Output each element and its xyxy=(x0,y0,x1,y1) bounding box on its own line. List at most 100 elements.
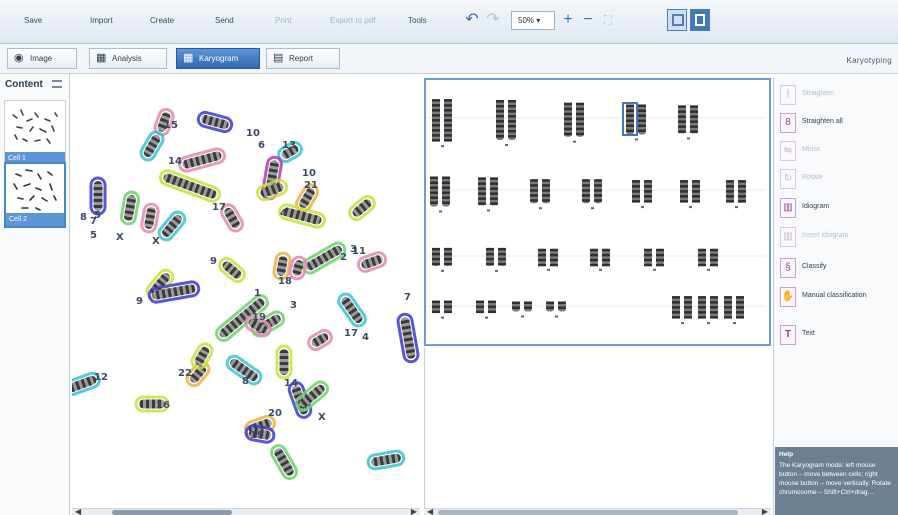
import-button[interactable]: Import xyxy=(90,14,113,28)
karyogram-chromosome[interactable] xyxy=(512,301,520,312)
karyogram-chromosome[interactable] xyxy=(538,248,546,267)
karyogram-chromosome[interactable] xyxy=(478,177,486,206)
chromosome[interactable] xyxy=(119,190,141,226)
chromosome[interactable] xyxy=(269,443,299,481)
karyogram-chromosome[interactable] xyxy=(486,247,494,266)
karyogram-chromosome[interactable] xyxy=(656,248,664,267)
karyogram-chromosome[interactable] xyxy=(558,301,566,312)
export-pdf-button[interactable]: Export to pdf xyxy=(330,14,375,28)
karyogram-chromosome[interactable] xyxy=(476,300,484,314)
tool-classify[interactable]: § Classify xyxy=(778,257,896,279)
metaphase-horizontal-scrollbar[interactable]: ◀ ▶ xyxy=(72,507,420,515)
karyogram-chromosome[interactable] xyxy=(442,176,450,207)
karyogram-chromosome[interactable] xyxy=(726,180,734,203)
karyogram-chromosome[interactable] xyxy=(698,248,706,267)
send-button[interactable]: Send xyxy=(215,14,234,28)
chromosome[interactable] xyxy=(138,130,165,163)
tool-straighten-all[interactable]: 8 Straighten all xyxy=(778,112,896,134)
karyogram-chromosome[interactable] xyxy=(488,300,496,314)
chromosome[interactable] xyxy=(366,449,406,471)
karyogram-chromosome[interactable] xyxy=(590,248,598,267)
karyogram-chromosome[interactable] xyxy=(594,179,602,204)
tool-idiogram[interactable]: ▥ Idiogram xyxy=(778,197,896,219)
single-view-button[interactable] xyxy=(667,9,687,31)
chromosome[interactable] xyxy=(156,209,187,243)
karyogram-chromosome[interactable] xyxy=(432,99,440,142)
redo-icon[interactable]: ↷ xyxy=(484,10,502,30)
karyogram-chromosome[interactable] xyxy=(632,180,640,203)
metaphase-view[interactable]: 12 15 10 13 14 6 10 21 7 8 17 4 X 5 X 11 3 2 9 18 9 1 3 19 17 4 22… xyxy=(72,78,420,508)
chromosome[interactable] xyxy=(140,202,160,234)
chromosome[interactable] xyxy=(189,341,214,371)
tool-manual-classification[interactable]: ✋ Manual classification xyxy=(778,286,896,308)
tools-button[interactable]: Tools xyxy=(408,14,427,28)
karyogram-chromosome[interactable] xyxy=(690,105,698,134)
tab-karyogram[interactable]: ▦ Karyogram xyxy=(176,48,260,69)
karyogram-chromosome[interactable] xyxy=(432,247,440,266)
karyogram-chromosome[interactable] xyxy=(678,105,686,134)
chromosome[interactable] xyxy=(275,344,293,380)
zoom-out-icon[interactable]: − xyxy=(579,10,597,30)
karyogram-chromosome[interactable] xyxy=(432,300,440,314)
chromosome[interactable] xyxy=(196,110,234,134)
karyogram-chromosome[interactable] xyxy=(710,248,718,267)
cell-thumbnail-1[interactable]: Cell 1 xyxy=(4,100,66,166)
chromosome[interactable] xyxy=(178,147,226,173)
karyogram-chromosome[interactable] xyxy=(490,177,498,206)
karyogram-chromosome[interactable] xyxy=(576,102,584,137)
karyogram-chromosome[interactable] xyxy=(724,296,732,319)
karyogram-chromosome[interactable] xyxy=(602,248,610,267)
content-menu-icon[interactable] xyxy=(52,80,62,88)
karyogram-chromosome[interactable] xyxy=(444,247,452,266)
karyogram-chromosome[interactable] xyxy=(644,180,652,203)
print-button[interactable]: Print xyxy=(275,14,291,28)
fit-to-window-icon[interactable]: ⛶ xyxy=(599,10,617,30)
karyogram-empty-area[interactable] xyxy=(424,348,771,508)
karyogram-chromosome[interactable] xyxy=(644,248,652,267)
karyogram-chromosome[interactable] xyxy=(680,180,688,203)
karyogram-chromosome[interactable] xyxy=(638,104,646,135)
karyogram-panel[interactable] xyxy=(424,78,771,346)
karyogram-chromosome[interactable] xyxy=(684,296,692,319)
chromosome[interactable] xyxy=(255,178,289,202)
chromosome[interactable] xyxy=(347,194,377,223)
karyogram-chromosome[interactable] xyxy=(430,176,438,207)
split-view-button[interactable] xyxy=(690,9,710,31)
chromosome[interactable] xyxy=(336,291,368,329)
karyogram-chromosome[interactable] xyxy=(444,300,452,314)
karyogram-chromosome[interactable] xyxy=(736,296,744,319)
zoom-select[interactable]: 50% ▾ xyxy=(511,11,555,30)
karyogram-chromosome[interactable] xyxy=(508,100,516,140)
cell-thumbnail-2[interactable]: Cell 2 xyxy=(4,162,66,228)
karyogram-chromosome[interactable] xyxy=(564,102,572,137)
karyogram-chromosome[interactable] xyxy=(672,296,680,319)
karyogram-chromosome[interactable] xyxy=(550,248,558,267)
karyogram-chromosome[interactable] xyxy=(524,301,532,312)
karyogram-chromosome[interactable] xyxy=(498,247,506,266)
chromosome[interactable] xyxy=(217,256,247,285)
chromosome[interactable] xyxy=(396,312,420,364)
karyogram-chromosome[interactable] xyxy=(698,296,706,319)
tool-straighten[interactable]: ⌇ Straighten xyxy=(778,84,896,106)
tab-report[interactable]: ▤ Report xyxy=(266,48,340,69)
karyogram-chromosome[interactable] xyxy=(546,301,554,312)
karyogram-chromosome[interactable] xyxy=(738,180,746,203)
karyogram-chromosome[interactable] xyxy=(444,99,452,142)
chromosome[interactable] xyxy=(158,169,222,203)
karyogram-chromosome[interactable] xyxy=(582,179,590,204)
karyogram-horizontal-scrollbar[interactable]: ◀ ▶ xyxy=(424,507,771,515)
tab-image[interactable]: ◉ Image xyxy=(7,48,77,69)
create-button[interactable]: Create xyxy=(150,14,174,28)
karyogram-chromosome[interactable] xyxy=(710,296,718,319)
karyogram-chromosome[interactable] xyxy=(530,179,538,204)
zoom-in-icon[interactable]: + xyxy=(559,10,577,30)
tool-mirror[interactable]: ⇋ Mirror xyxy=(778,140,896,162)
karyogram-chromosome[interactable] xyxy=(496,100,504,140)
tool-text[interactable]: T Text xyxy=(778,324,896,346)
karyogram-chromosome[interactable] xyxy=(692,180,700,203)
tool-rotate[interactable]: ↻ Rotate xyxy=(778,168,896,190)
chromosome[interactable] xyxy=(89,176,107,216)
tab-analysis[interactable]: ▦ Analysis xyxy=(89,48,167,69)
tool-insert-idiogram[interactable]: ▥ Insert idiogram xyxy=(778,226,896,248)
karyogram-chromosome[interactable] xyxy=(542,179,550,204)
